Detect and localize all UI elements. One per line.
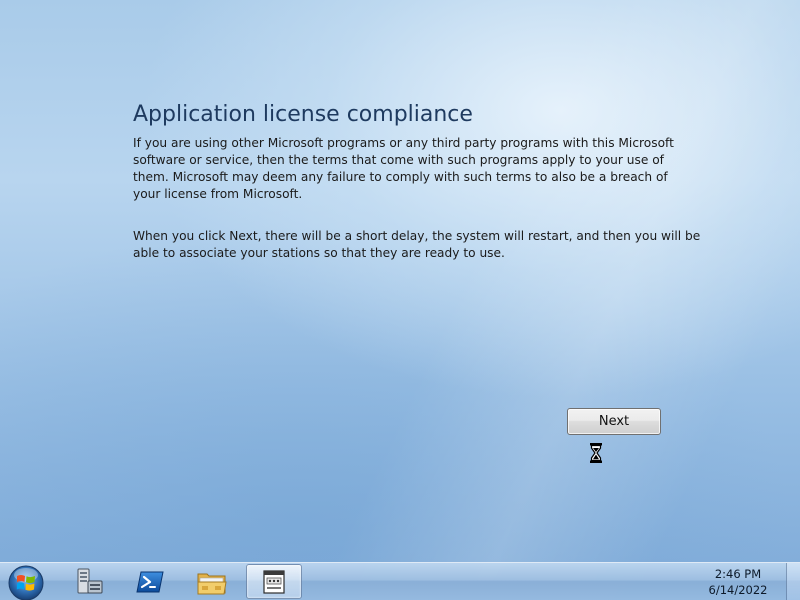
application-window-icon: [263, 569, 285, 594]
taskbar-active-application[interactable]: [246, 564, 302, 599]
clock-date: 6/14/2022: [708, 583, 768, 597]
next-button[interactable]: Next: [567, 408, 661, 435]
page-title: Application license compliance: [133, 102, 473, 127]
desktop-background: Application license compliance If you ar…: [0, 0, 800, 600]
taskbar: 2:46 PM 6/14/2022: [0, 562, 800, 600]
clock-time: 2:46 PM: [714, 567, 762, 581]
start-button[interactable]: [6, 563, 46, 600]
show-desktop-button[interactable]: [786, 563, 800, 600]
folder-icon: [197, 573, 227, 594]
server-manager-icon: [77, 568, 103, 593]
hourglass-cursor-icon: [590, 443, 602, 463]
windows-start-orb-icon: [8, 565, 44, 600]
taskbar-windows-explorer[interactable]: [184, 564, 240, 599]
system-clock[interactable]: 2:46 PM 6/14/2022: [698, 566, 778, 598]
taskbar-powershell[interactable]: [122, 564, 178, 599]
license-page: Application license compliance If you ar…: [133, 100, 733, 262]
taskbar-server-manager[interactable]: [62, 564, 118, 599]
restart-info-paragraph: When you click Next, there will be a sho…: [133, 229, 701, 260]
license-paragraph: If you are using other Microsoft program…: [133, 136, 674, 201]
powershell-icon: [136, 571, 164, 592]
